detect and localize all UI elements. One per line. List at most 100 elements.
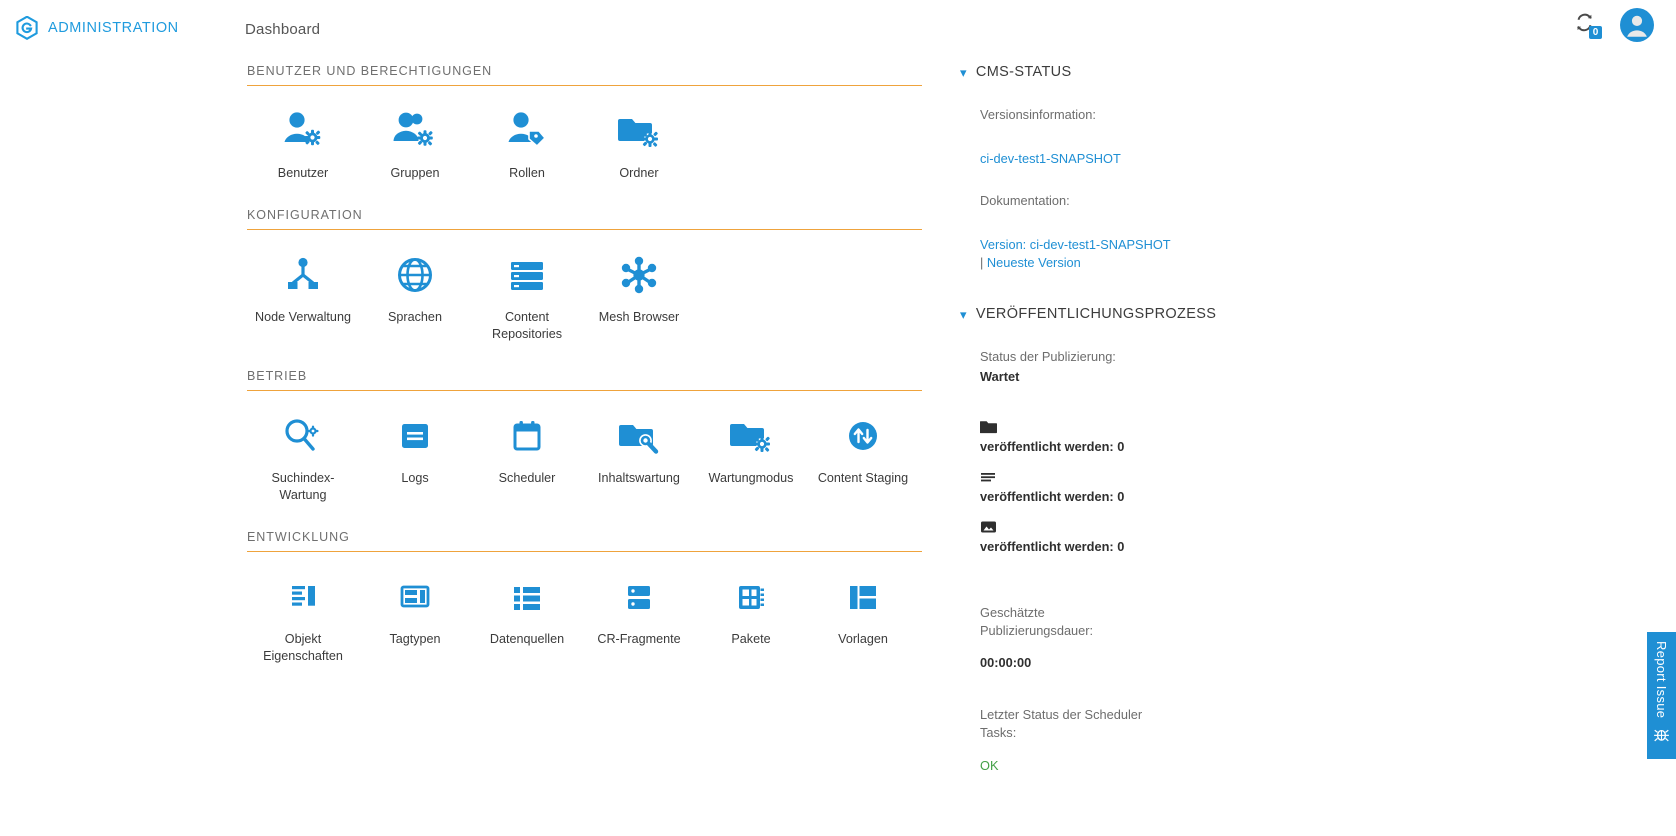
publishing-panel-body: Status der Publizierung: Wartet veröffen… xyxy=(960,348,1290,773)
dashboard-content: BENUTZER UND BERECHTIGUNGEN Benutzer Gru… xyxy=(0,56,1676,836)
section-divider xyxy=(247,229,922,230)
search-gear-icon xyxy=(281,413,325,459)
section-title: BETRIEB xyxy=(247,369,308,383)
database-list-icon xyxy=(507,252,547,298)
tile-cr-fragmente[interactable]: CR-Fragmente xyxy=(583,574,695,665)
version-info-link[interactable]: ci-dev-test1-SNAPSHOT xyxy=(980,151,1121,166)
admin-dashboard-page: ADMINISTRATION Dashboard 0 BENUTZER UND … xyxy=(0,0,1676,836)
tile-label: Datenquellen xyxy=(489,632,565,646)
documentation-label: Dokumentation: xyxy=(980,193,1070,208)
tile-label: Ordner xyxy=(619,166,659,180)
user-gear-icon xyxy=(281,108,325,154)
report-issue-tab[interactable]: Report Issue xyxy=(1647,632,1676,759)
estimated-duration-value: 00:00:00 xyxy=(980,655,1032,670)
publish-count-text: veröffentlicht werden: 0 xyxy=(980,439,1125,454)
tagtype-layout-icon xyxy=(395,574,435,620)
tile-label: CR-Fragmente xyxy=(597,632,681,646)
docs-version-link[interactable]: Version: ci-dev-test1-SNAPSHOT xyxy=(980,237,1171,252)
folder-gear-icon xyxy=(617,108,661,154)
tile-benutzer[interactable]: Benutzer xyxy=(247,108,359,182)
tile-row: Node Verwaltung Sprachen Content Reposit… xyxy=(247,252,922,365)
datasource-list-icon xyxy=(507,574,547,620)
mesh-nodes-icon xyxy=(618,252,660,298)
tile-objekt-eigenschaften[interactable]: Objekt Eigenschaften xyxy=(247,574,359,665)
tile-logs[interactable]: Logs xyxy=(359,413,471,504)
folder-gear-icon xyxy=(729,413,773,459)
publishing-title: VERÖFFENTLICHUNGSPROZESS xyxy=(975,306,1217,322)
tile-label: Inhaltswartung xyxy=(598,471,680,485)
tile-label: Content Staging xyxy=(817,471,909,485)
package-icon xyxy=(731,574,771,620)
tile-rollen[interactable]: Rollen xyxy=(471,108,583,182)
folder-wrench-icon xyxy=(617,413,661,459)
section-benutzer-und-berechtigungen: BENUTZER UND BERECHTIGUNGEN Benutzer Gru… xyxy=(247,64,922,204)
tile-ordner[interactable]: Ordner xyxy=(583,108,695,182)
tile-label: Gruppen xyxy=(390,166,440,180)
version-info-label: Versionsinformation: xyxy=(980,107,1096,122)
scheduler-status-label: Letzter Status der Scheduler Tasks: xyxy=(980,707,1143,740)
tile-gruppen[interactable]: Gruppen xyxy=(359,108,471,182)
page-lines-icon xyxy=(981,473,995,482)
publish-count-pages: veröffentlicht werden: 0 xyxy=(980,470,1290,506)
report-issue-label: Report Issue xyxy=(1654,641,1669,719)
tiles-column: BENUTZER UND BERECHTIGUNGEN Benutzer Gru… xyxy=(247,64,922,691)
tile-vorlagen[interactable]: Vorlagen xyxy=(807,574,919,665)
cms-status-panel-header[interactable]: ▾ CMS-STATUS xyxy=(960,64,1290,80)
tile-datenquellen[interactable]: Datenquellen xyxy=(471,574,583,665)
tile-label: Mesh Browser xyxy=(598,310,680,324)
tile-label: Objekt Eigenschaften xyxy=(263,632,343,663)
section-divider xyxy=(247,85,922,86)
publish-status-label: Status der Publizierung: xyxy=(980,349,1116,364)
tile-content-staging[interactable]: Content Staging xyxy=(807,413,919,504)
top-bar: ADMINISTRATION Dashboard 0 xyxy=(0,0,1676,56)
tile-node-verwaltung[interactable]: Node Verwaltung xyxy=(247,252,359,343)
docs-link-separator: | xyxy=(980,255,987,270)
tile-mesh-browser[interactable]: Mesh Browser xyxy=(583,252,695,343)
chevron-down-icon: ▾ xyxy=(960,64,967,80)
tile-tagtypen[interactable]: Tagtypen xyxy=(359,574,471,665)
section-divider xyxy=(247,390,922,391)
tile-row: Objekt Eigenschaften Tagtypen Datenquell… xyxy=(247,574,922,687)
tile-label: Vorlagen xyxy=(838,632,888,646)
tile-label: Content Repositories xyxy=(492,310,562,341)
folder-icon xyxy=(980,421,997,434)
tile-pakete[interactable]: Pakete xyxy=(695,574,807,665)
cms-status-title: CMS-STATUS xyxy=(975,64,1072,80)
top-bar-actions: 0 xyxy=(1572,8,1654,42)
scheduler-status-value: OK xyxy=(980,758,999,773)
tile-label: Suchindex-Wartung xyxy=(271,471,335,502)
tile-sprachen[interactable]: Sprachen xyxy=(359,252,471,343)
docs-latest-version-link[interactable]: Neueste Version xyxy=(987,255,1081,270)
publish-count-images: veröffentlicht werden: 0 xyxy=(980,520,1290,556)
tile-scheduler[interactable]: Scheduler xyxy=(471,413,583,504)
cms-status-panel-body: Versionsinformation: ci-dev-test1-SNAPSH… xyxy=(960,106,1290,272)
publish-count-folders: veröffentlicht werden: 0 xyxy=(980,420,1290,456)
publishing-panel-header[interactable]: ▾ VERÖFFENTLICHUNGSPROZESS xyxy=(960,306,1290,322)
section-entwicklung: ENTWICKLUNG Objekt Eigenschaften Tagtype… xyxy=(247,530,922,687)
tile-content-repositories[interactable]: Content Repositories xyxy=(471,252,583,343)
tile-wartungmodus[interactable]: Wartungmodus xyxy=(695,413,807,504)
object-properties-icon xyxy=(283,574,323,620)
publish-count-text: veröffentlicht werden: 0 xyxy=(980,489,1125,504)
documentation-links: Version: ci-dev-test1-SNAPSHOT | Neueste… xyxy=(980,236,1290,272)
tile-suchindex-wartung[interactable]: Suchindex-Wartung xyxy=(247,413,359,504)
sync-status-button[interactable]: 0 xyxy=(1572,10,1602,40)
chevron-down-icon: ▾ xyxy=(960,306,967,322)
section-title: KONFIGURATION xyxy=(247,208,363,222)
user-avatar-icon[interactable] xyxy=(1620,8,1654,42)
tile-inhaltswartung[interactable]: Inhaltswartung xyxy=(583,413,695,504)
publish-count-text: veröffentlicht werden: 0 xyxy=(980,539,1125,554)
globe-icon xyxy=(395,252,435,298)
tile-label: Wartungmodus xyxy=(708,471,794,485)
tile-label: Benutzer xyxy=(277,166,329,180)
tile-label: Sprachen xyxy=(388,310,442,324)
brand-logo-link[interactable]: ADMINISTRATION xyxy=(16,16,179,40)
tile-label: Rollen xyxy=(509,166,545,180)
